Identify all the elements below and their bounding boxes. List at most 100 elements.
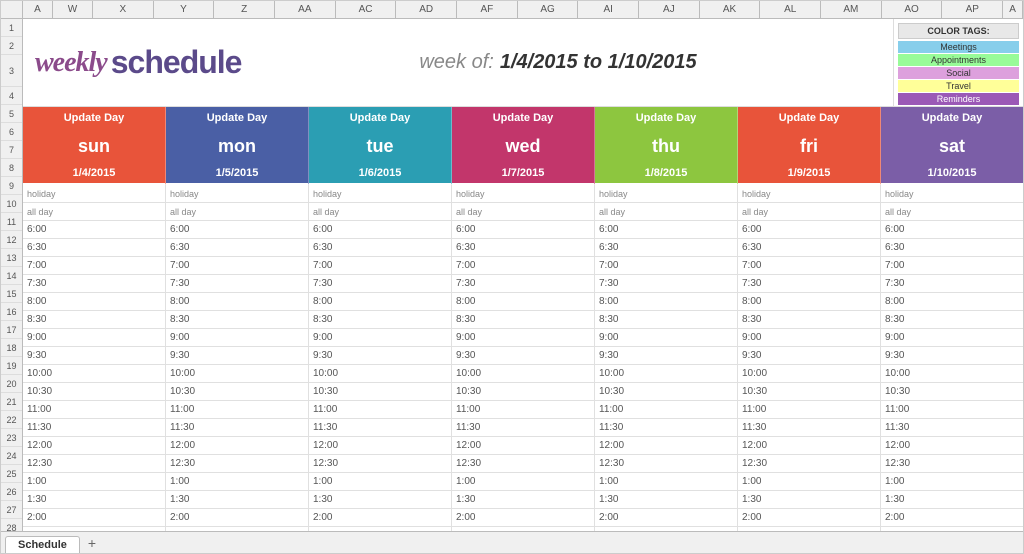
time-cell-3-0[interactable]: 6:30: [23, 239, 166, 256]
time-cell-14-4[interactable]: 12:00: [595, 437, 738, 454]
update-sat[interactable]: Update Day: [881, 107, 1023, 129]
time-cell-6-3[interactable]: 8:00: [452, 293, 595, 310]
time-cell-5-0[interactable]: 7:30: [23, 275, 166, 292]
time-cell-5-4[interactable]: 7:30: [595, 275, 738, 292]
time-cell-9-5[interactable]: 9:30: [738, 347, 881, 364]
update-wed[interactable]: Update Day: [452, 107, 595, 129]
time-cell-5-5[interactable]: 7:30: [738, 275, 881, 292]
time-cell-7-4[interactable]: 8:30: [595, 311, 738, 328]
time-cell-18-4[interactable]: 2:00: [595, 509, 738, 526]
time-cell-8-1[interactable]: 9:00: [166, 329, 309, 346]
time-cell-7-0[interactable]: 8:30: [23, 311, 166, 328]
time-cell-5-6[interactable]: 7:30: [881, 275, 1023, 292]
time-cell-3-3[interactable]: 6:30: [452, 239, 595, 256]
time-cell-15-6[interactable]: 12:30: [881, 455, 1023, 472]
time-cell-1-1[interactable]: all day: [166, 203, 309, 220]
time-cell-14-1[interactable]: 12:00: [166, 437, 309, 454]
time-cell-9-0[interactable]: 9:30: [23, 347, 166, 364]
time-cell-16-6[interactable]: 1:00: [881, 473, 1023, 490]
time-cell-12-0[interactable]: 11:00: [23, 401, 166, 418]
time-cell-17-5[interactable]: 1:30: [738, 491, 881, 508]
update-mon[interactable]: Update Day: [166, 107, 309, 129]
time-cell-0-6[interactable]: holiday: [881, 185, 1023, 202]
update-sun[interactable]: Update Day: [23, 107, 166, 129]
time-cell-14-3[interactable]: 12:00: [452, 437, 595, 454]
time-cell-0-5[interactable]: holiday: [738, 185, 881, 202]
time-cell-11-6[interactable]: 10:30: [881, 383, 1023, 400]
time-cell-17-0[interactable]: 1:30: [23, 491, 166, 508]
time-cell-12-5[interactable]: 11:00: [738, 401, 881, 418]
time-cell-12-6[interactable]: 11:00: [881, 401, 1023, 418]
time-cell-15-5[interactable]: 12:30: [738, 455, 881, 472]
time-cell-0-1[interactable]: holiday: [166, 185, 309, 202]
time-cell-16-2[interactable]: 1:00: [309, 473, 452, 490]
time-cell-11-4[interactable]: 10:30: [595, 383, 738, 400]
time-cell-10-6[interactable]: 10:00: [881, 365, 1023, 382]
time-cell-16-3[interactable]: 1:00: [452, 473, 595, 490]
time-cell-4-2[interactable]: 7:00: [309, 257, 452, 274]
time-cell-10-2[interactable]: 10:00: [309, 365, 452, 382]
time-cell-17-1[interactable]: 1:30: [166, 491, 309, 508]
time-cell-2-3[interactable]: 6:00: [452, 221, 595, 238]
time-cell-4-6[interactable]: 7:00: [881, 257, 1023, 274]
time-cell-2-6[interactable]: 6:00: [881, 221, 1023, 238]
time-cell-11-0[interactable]: 10:30: [23, 383, 166, 400]
time-cell-5-3[interactable]: 7:30: [452, 275, 595, 292]
time-cell-9-1[interactable]: 9:30: [166, 347, 309, 364]
time-cell-5-1[interactable]: 7:30: [166, 275, 309, 292]
time-cell-6-1[interactable]: 8:00: [166, 293, 309, 310]
time-cell-17-2[interactable]: 1:30: [309, 491, 452, 508]
time-cell-10-3[interactable]: 10:00: [452, 365, 595, 382]
time-cell-2-0[interactable]: 6:00: [23, 221, 166, 238]
time-cell-15-3[interactable]: 12:30: [452, 455, 595, 472]
time-cell-9-3[interactable]: 9:30: [452, 347, 595, 364]
time-cell-0-4[interactable]: holiday: [595, 185, 738, 202]
time-cell-12-1[interactable]: 11:00: [166, 401, 309, 418]
time-cell-9-4[interactable]: 9:30: [595, 347, 738, 364]
time-cell-8-3[interactable]: 9:00: [452, 329, 595, 346]
time-cell-3-1[interactable]: 6:30: [166, 239, 309, 256]
time-cell-17-6[interactable]: 1:30: [881, 491, 1023, 508]
time-cell-13-3[interactable]: 11:30: [452, 419, 595, 436]
time-cell-0-0[interactable]: holiday: [23, 185, 166, 202]
time-cell-6-6[interactable]: 8:00: [881, 293, 1023, 310]
time-cell-7-6[interactable]: 8:30: [881, 311, 1023, 328]
time-cell-1-4[interactable]: all day: [595, 203, 738, 220]
time-cell-7-3[interactable]: 8:30: [452, 311, 595, 328]
time-cell-6-4[interactable]: 8:00: [595, 293, 738, 310]
time-cell-13-0[interactable]: 11:30: [23, 419, 166, 436]
time-cell-3-5[interactable]: 6:30: [738, 239, 881, 256]
time-cell-0-3[interactable]: holiday: [452, 185, 595, 202]
time-cell-17-4[interactable]: 1:30: [595, 491, 738, 508]
time-cell-13-6[interactable]: 11:30: [881, 419, 1023, 436]
update-thu[interactable]: Update Day: [595, 107, 738, 129]
time-cell-18-1[interactable]: 2:00: [166, 509, 309, 526]
time-cell-6-2[interactable]: 8:00: [309, 293, 452, 310]
add-tab-button[interactable]: +: [82, 533, 102, 553]
time-cell-7-1[interactable]: 8:30: [166, 311, 309, 328]
time-cell-5-2[interactable]: 7:30: [309, 275, 452, 292]
time-cell-13-5[interactable]: 11:30: [738, 419, 881, 436]
time-cell-7-2[interactable]: 8:30: [309, 311, 452, 328]
time-cell-3-4[interactable]: 6:30: [595, 239, 738, 256]
time-cell-14-5[interactable]: 12:00: [738, 437, 881, 454]
time-cell-1-2[interactable]: all day: [309, 203, 452, 220]
time-cell-8-2[interactable]: 9:00: [309, 329, 452, 346]
time-cell-17-3[interactable]: 1:30: [452, 491, 595, 508]
time-cell-2-5[interactable]: 6:00: [738, 221, 881, 238]
time-cell-4-5[interactable]: 7:00: [738, 257, 881, 274]
time-cell-11-1[interactable]: 10:30: [166, 383, 309, 400]
time-cell-14-6[interactable]: 12:00: [881, 437, 1023, 454]
time-cell-8-0[interactable]: 9:00: [23, 329, 166, 346]
time-cell-1-3[interactable]: all day: [452, 203, 595, 220]
time-cell-16-0[interactable]: 1:00: [23, 473, 166, 490]
time-cell-0-2[interactable]: holiday: [309, 185, 452, 202]
time-cell-14-2[interactable]: 12:00: [309, 437, 452, 454]
time-cell-10-4[interactable]: 10:00: [595, 365, 738, 382]
time-cell-10-0[interactable]: 10:00: [23, 365, 166, 382]
time-cell-15-4[interactable]: 12:30: [595, 455, 738, 472]
time-cell-8-6[interactable]: 9:00: [881, 329, 1023, 346]
time-cell-15-1[interactable]: 12:30: [166, 455, 309, 472]
time-cell-16-4[interactable]: 1:00: [595, 473, 738, 490]
time-cell-13-4[interactable]: 11:30: [595, 419, 738, 436]
